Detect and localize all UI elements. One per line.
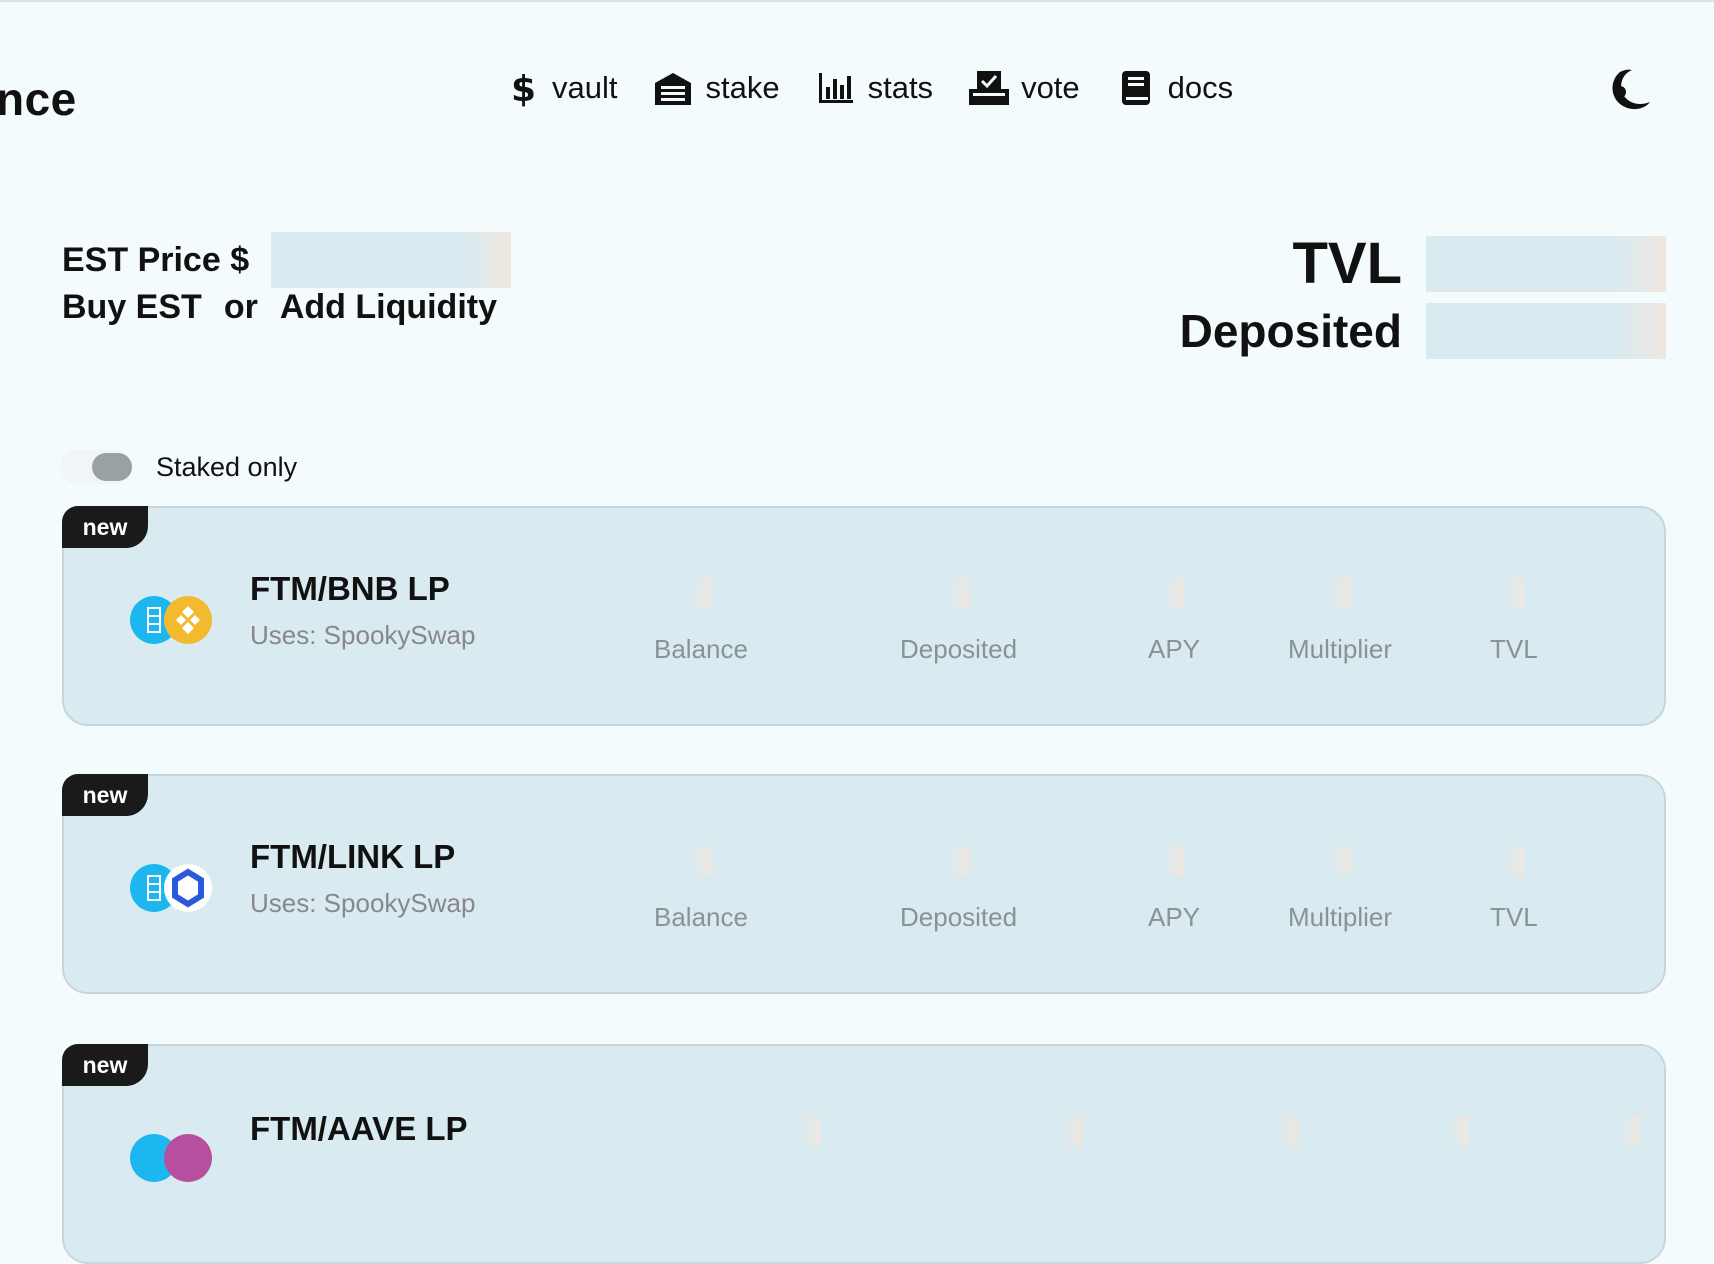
- pool-name: FTM/LINK LP: [250, 838, 456, 875]
- staked-only-label: Staked only: [156, 451, 298, 482]
- loading-bar: [1448, 1116, 1468, 1146]
- stat-balance: Balance: [654, 846, 748, 933]
- staked-only-filter: Staked only: [60, 450, 297, 484]
- bnb-icon: [164, 596, 212, 644]
- stat-tvl: TVL: [1490, 846, 1538, 933]
- loading-bar: [948, 846, 969, 876]
- stat-placeholder: [1448, 1116, 1468, 1172]
- loading-bar: [1164, 846, 1185, 876]
- stat-deposited: Deposited: [900, 578, 1017, 665]
- token-pair-icon: [130, 864, 212, 912]
- loading-bar: [1330, 846, 1351, 876]
- loading-bar: [1620, 1116, 1640, 1146]
- book-icon: [1116, 68, 1156, 108]
- nav-stats-label: stats: [867, 70, 934, 105]
- bar-chart-icon: [816, 68, 856, 108]
- tvl-placeholder: [1426, 235, 1666, 292]
- stat-label: APY: [1148, 634, 1201, 664]
- staked-only-toggle[interactable]: [60, 450, 132, 484]
- ballot-box-icon: [969, 68, 1010, 108]
- nav-vault-label: vault: [552, 70, 618, 105]
- loading-bar: [1330, 578, 1351, 608]
- loading-bar: [948, 578, 969, 608]
- stat-multiplier: Multiplier: [1288, 578, 1392, 665]
- new-badge: new: [62, 1044, 148, 1086]
- top-border: [0, 0, 1714, 2]
- pool-name: FTM/BNB LP: [250, 570, 450, 607]
- loading-bar: [1062, 1116, 1082, 1146]
- stat-placeholder: [1278, 1116, 1298, 1172]
- stat-placeholder: [1062, 1116, 1082, 1172]
- loading-bar: [1278, 1116, 1298, 1146]
- chainlink-icon: [164, 864, 212, 912]
- theme-toggle-button[interactable]: [1608, 68, 1652, 112]
- nav-vault[interactable]: $ vault: [500, 68, 617, 108]
- token-pair-icon: [130, 1134, 212, 1182]
- stat-label: Multiplier: [1288, 634, 1393, 664]
- loading-bar: [690, 846, 711, 876]
- stat-tvl: TVL: [1490, 578, 1538, 665]
- est-price-row: EST Price $: [62, 232, 519, 288]
- warehouse-icon: [653, 68, 693, 108]
- nav-docs[interactable]: docs: [1116, 68, 1233, 108]
- deposited-row: Deposited: [1180, 303, 1666, 359]
- loading-bar: [690, 578, 711, 608]
- nav-stats[interactable]: stats: [816, 68, 933, 108]
- nav-vote[interactable]: vote: [969, 68, 1080, 108]
- stat-multiplier: Multiplier: [1288, 846, 1392, 933]
- svg-text:$: $: [511, 69, 535, 107]
- nav-vote-label: vote: [1021, 70, 1080, 105]
- toggle-knob: [92, 453, 132, 481]
- est-price-label: EST Price $: [62, 240, 250, 279]
- token-pair-icon: [130, 596, 212, 644]
- aave-icon: [164, 1134, 212, 1182]
- tvl-label: TVL: [1292, 231, 1402, 296]
- stat-apy: APY: [1148, 846, 1200, 933]
- add-liquidity-link[interactable]: Add Liquidity: [280, 288, 497, 327]
- buy-est-link[interactable]: Buy EST: [62, 288, 202, 327]
- or-label: or: [223, 288, 258, 326]
- stat-label: Deposited: [900, 634, 1018, 664]
- loading-bar: [800, 1116, 820, 1146]
- loading-bar: [1164, 578, 1185, 608]
- new-badge: new: [62, 506, 148, 548]
- totals-block: TVL Deposited: [1180, 230, 1666, 359]
- pool-uses: Uses: SpookySwap: [250, 888, 476, 918]
- loading-bar: [1503, 846, 1524, 876]
- new-badge: new: [62, 774, 148, 816]
- nav-stake-label: stake: [705, 70, 780, 105]
- nav-stake[interactable]: stake: [653, 68, 780, 108]
- stat-label: Multiplier: [1288, 902, 1393, 932]
- stat-label: Balance: [654, 634, 748, 664]
- brand-title[interactable]: nce: [0, 72, 77, 126]
- pool-name: FTM/AAVE LP: [250, 1110, 468, 1147]
- price-block: EST Price $ Buy EST or Add Liquidity: [62, 232, 519, 327]
- stat-deposited: Deposited: [900, 846, 1017, 933]
- stat-label: TVL: [1490, 902, 1538, 932]
- stat-label: TVL: [1490, 634, 1538, 664]
- stat-label: Balance: [654, 902, 748, 932]
- buy-row: Buy EST or Add Liquidity: [62, 288, 519, 327]
- deposited-label: Deposited: [1179, 305, 1402, 357]
- pool-uses: Uses: SpookySwap: [250, 620, 476, 650]
- stat-balance: Balance: [654, 578, 748, 665]
- stat-label: Deposited: [900, 902, 1018, 932]
- pool-card[interactable]: new FTM/LINK LP Uses: SpookySwap Balance…: [62, 774, 1666, 994]
- est-price-placeholder: [271, 232, 512, 288]
- tvl-row: TVL: [1180, 230, 1666, 297]
- stat-placeholder: [1620, 1116, 1640, 1172]
- moon-icon: [1612, 69, 1650, 110]
- deposited-placeholder: [1426, 303, 1666, 359]
- stat-label: APY: [1148, 902, 1201, 932]
- main-nav: $ vault stake stats vote docs: [500, 68, 1269, 108]
- pool-card[interactable]: new FTM/BNB LP Uses: SpookySwap Balance …: [62, 506, 1666, 726]
- pool-card[interactable]: new FTM/AAVE LP: [62, 1044, 1666, 1264]
- stat-apy: APY: [1148, 578, 1200, 665]
- stat-placeholder: [800, 1116, 820, 1172]
- dollar-icon: $: [500, 68, 540, 108]
- nav-docs-label: docs: [1167, 70, 1234, 105]
- loading-bar: [1503, 578, 1524, 608]
